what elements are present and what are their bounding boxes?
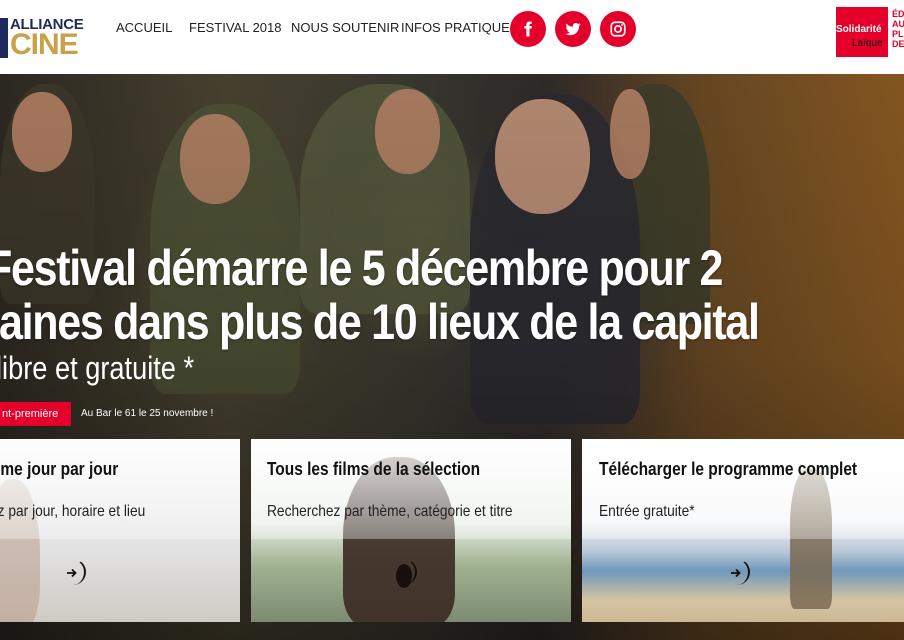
avant-premiere-note: Au Bar le 61 le 25 novembre ! <box>81 408 214 419</box>
twitter-icon <box>565 22 581 36</box>
films-selection-card[interactable]: Tous les films de la sélection Recherche… <box>251 439 571 622</box>
card-title: Télécharger le programme complet <box>599 459 858 479</box>
hero-headline-line-2: naines dans plus de 10 lieux de la capit… <box>0 294 760 350</box>
card-title: ramme jour par jour <box>0 459 119 479</box>
partner-side-line: ÉD <box>892 9 904 19</box>
card-veil <box>0 439 240 539</box>
solidarite-laique-logo[interactable]: Solidarité Laïque ÉD AU PL DE <box>836 7 904 57</box>
card-description: ez par jour, horaire et lieu <box>0 503 146 520</box>
facebook-icon <box>524 21 532 37</box>
twitter-button[interactable] <box>555 11 591 47</box>
nav-item-nous-soutenir[interactable]: NOUS SOUTENIR <box>291 20 399 35</box>
partner-side-line: PL <box>892 29 904 39</box>
site-header: ALLIANCE CINE ACCUEIL FESTIVAL 2018 NOUS… <box>0 0 904 74</box>
instagram-button[interactable] <box>600 11 636 47</box>
hero-headline-line-1: Festival démarre le 5 décembre pour 2 <box>0 240 723 296</box>
nav-item-accueil[interactable]: ACCUEIL <box>116 20 172 35</box>
facebook-button[interactable] <box>510 11 546 47</box>
card-title: Tous les films de la sélection <box>267 459 481 479</box>
avant-premiere-button[interactable]: nt-première <box>0 402 71 426</box>
partner-side-line: DE <box>892 39 904 49</box>
card-arrow-button[interactable] <box>391 559 417 585</box>
partner-logo-line-2: Laïque <box>852 38 883 49</box>
hero-subtitle: libre et gratuite * <box>0 350 195 386</box>
card-arrow-button[interactable] <box>724 559 750 585</box>
instagram-icon <box>610 21 626 37</box>
telecharger-programme-card[interactable]: Télécharger le programme complet Entrée … <box>582 439 904 622</box>
logo-line-2: CINE <box>10 28 79 61</box>
arrow-right-icon <box>67 568 77 577</box>
logo-bar <box>0 18 8 58</box>
nav-item-infos-pratiques[interactable]: INFOS PRATIQUES <box>401 20 519 35</box>
alliance-cine-logo[interactable]: ALLIANCE CINE <box>0 14 100 60</box>
arrow-right-icon <box>398 568 408 577</box>
partner-side-line: AU <box>892 19 904 29</box>
card-veil <box>251 439 571 539</box>
nav-item-festival-2018[interactable]: FESTIVAL 2018 <box>189 20 282 35</box>
arrow-right-icon <box>731 568 741 577</box>
partner-side-text: ÉD AU PL DE <box>892 9 904 49</box>
card-arrow-button[interactable] <box>60 559 86 585</box>
card-description: Recherchez par thème, catégorie et titre <box>267 503 513 520</box>
card-veil <box>582 439 904 539</box>
programme-jour-card[interactable]: ramme jour par jour ez par jour, horaire… <box>0 439 240 622</box>
partner-logo-line-1: Solidarité <box>836 24 882 35</box>
card-description: Entrée gratuite* <box>599 503 695 520</box>
